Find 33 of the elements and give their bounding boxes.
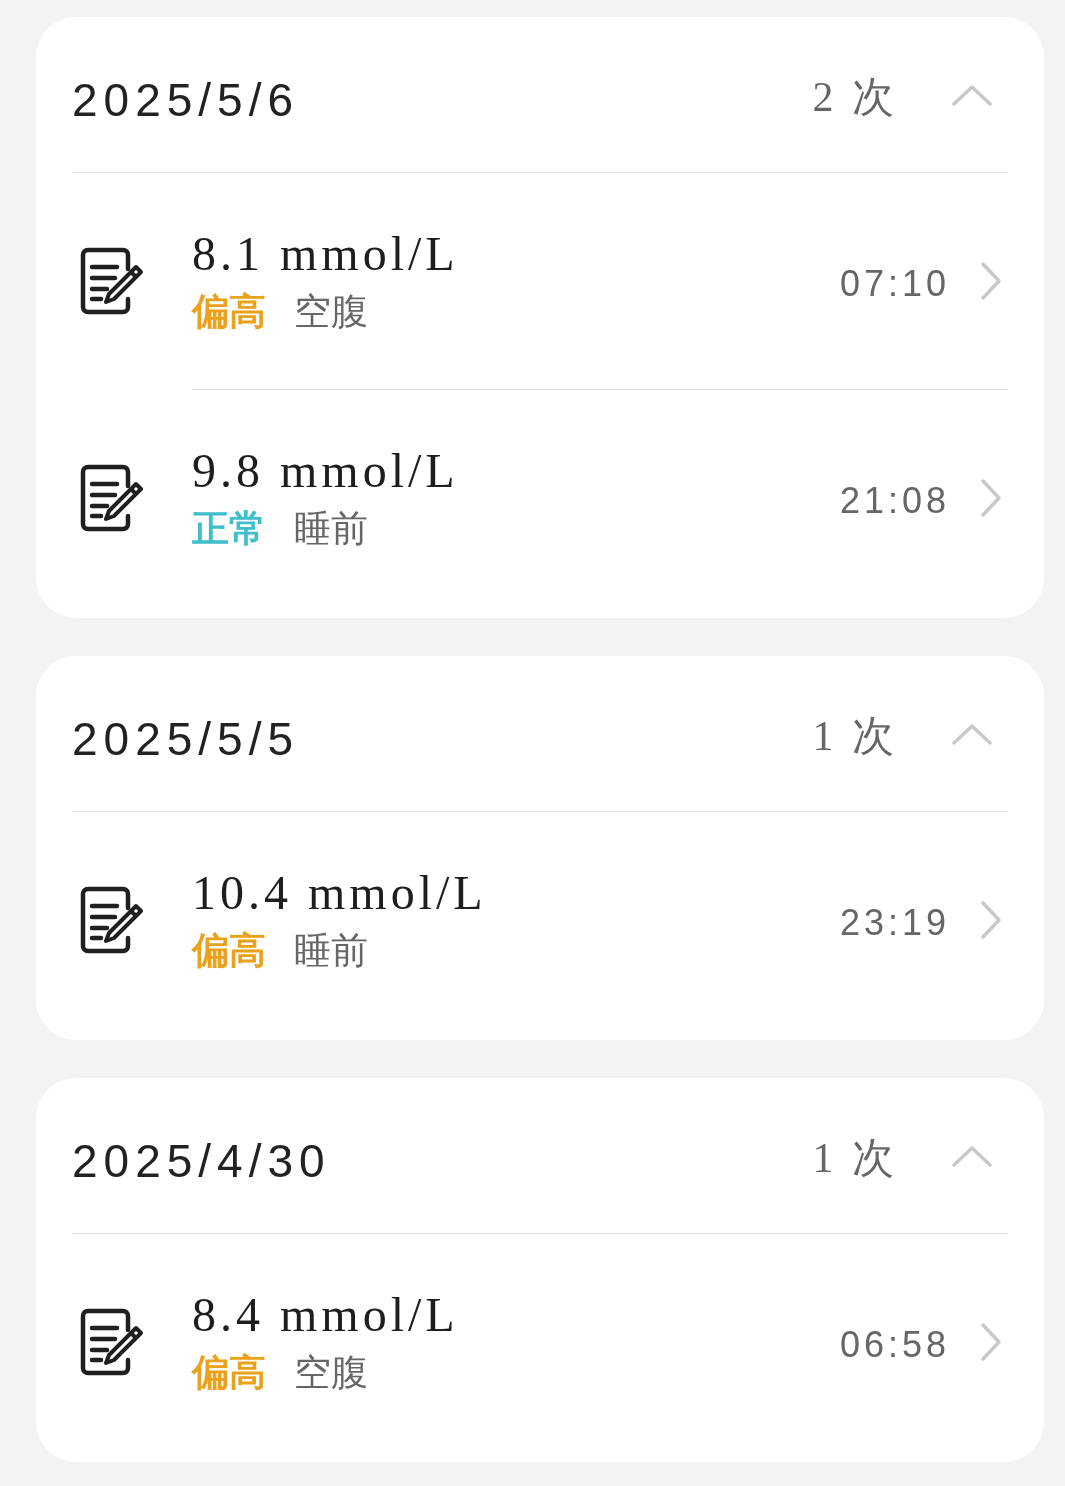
record-count: 2 次 [812, 72, 898, 122]
status-label: 偏高 [192, 1350, 266, 1395]
record-time: 06:58 [839, 1323, 950, 1366]
chevron-up-icon[interactable] [952, 83, 992, 106]
record-time: 07:10 [839, 262, 950, 305]
period-label: 空腹 [294, 289, 368, 334]
chevron-up-icon[interactable] [952, 1144, 992, 1167]
date-heading: 2025/5/5 [72, 711, 300, 766]
record-time: 23:19 [839, 901, 950, 944]
date-heading: 2025/4/30 [72, 1133, 331, 1188]
note-edit-icon [80, 1308, 144, 1376]
status-label: 偏高 [192, 289, 266, 334]
glucose-value: 8.4 mmol/L [192, 1286, 459, 1342]
note-edit-icon [80, 886, 144, 954]
glucose-value: 8.1 mmol/L [192, 225, 459, 281]
record-count: 1 次 [812, 1133, 898, 1183]
glucose-value: 9.8 mmol/L [192, 442, 459, 498]
status-label: 正常 [192, 506, 266, 551]
date-heading: 2025/5/6 [72, 72, 300, 127]
chevron-right-icon[interactable] [980, 1322, 1002, 1362]
chevron-right-icon[interactable] [980, 900, 1002, 940]
chevron-up-icon[interactable] [952, 722, 992, 745]
note-edit-icon [80, 464, 144, 532]
note-edit-icon [80, 247, 144, 315]
period-label: 空腹 [294, 1350, 368, 1395]
chevron-right-icon[interactable] [980, 261, 1002, 301]
chevron-right-icon[interactable] [980, 478, 1002, 518]
period-label: 睡前 [294, 506, 368, 551]
record-count: 1 次 [812, 711, 898, 761]
period-label: 睡前 [294, 928, 368, 973]
record-time: 21:08 [839, 479, 950, 522]
status-label: 偏高 [192, 928, 266, 973]
glucose-value: 10.4 mmol/L [192, 864, 487, 920]
